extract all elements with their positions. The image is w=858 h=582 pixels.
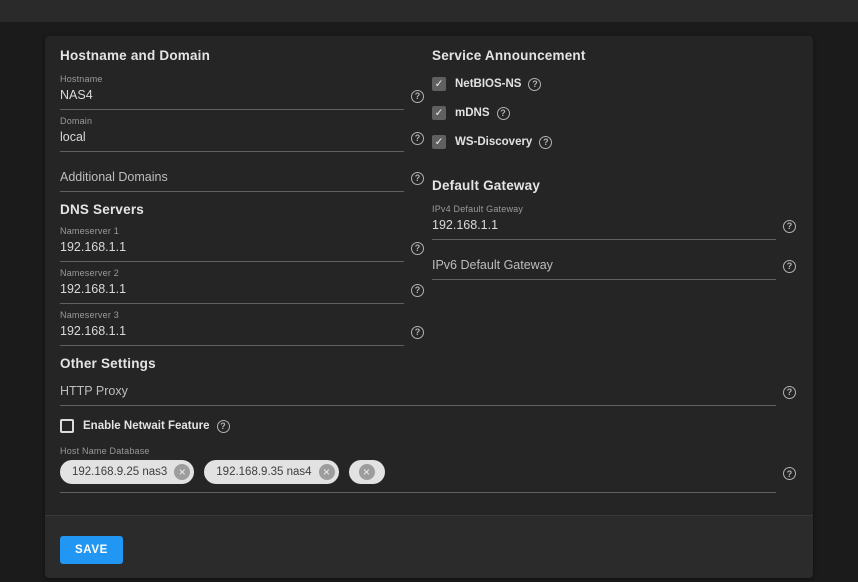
- close-icon[interactable]: ×: [174, 464, 190, 480]
- additional-domains-input[interactable]: [60, 168, 404, 192]
- netbios-ns-checkbox[interactable]: ✓: [432, 77, 446, 91]
- page-background: Hostname and Domain Hostname ? Domain ?: [0, 22, 858, 582]
- help-icon[interactable]: ?: [411, 132, 424, 145]
- help-icon[interactable]: ?: [411, 172, 424, 185]
- ipv4-gateway-input[interactable]: [432, 216, 776, 240]
- additional-domains-field: ?: [60, 168, 424, 192]
- nameserver3-label: Nameserver 3: [60, 310, 424, 320]
- hostname-input[interactable]: [60, 86, 404, 110]
- netwait-checkbox[interactable]: [60, 419, 74, 433]
- ipv4-gateway-field: IPv4 Default Gateway ?: [432, 204, 796, 240]
- nameserver2-label: Nameserver 2: [60, 268, 424, 278]
- domain-label: Domain: [60, 116, 424, 126]
- help-icon[interactable]: ?: [528, 78, 541, 91]
- check-icon: ✓: [435, 108, 444, 119]
- host-chip[interactable]: 192.168.9.35 nas4 ×: [204, 460, 338, 484]
- http-proxy-input[interactable]: [60, 382, 776, 406]
- help-icon[interactable]: ?: [217, 420, 230, 433]
- ipv4-gateway-label: IPv4 Default Gateway: [432, 204, 796, 214]
- top-bar: [0, 0, 858, 22]
- section-title-hostname-domain: Hostname and Domain: [60, 48, 424, 64]
- nameserver1-input[interactable]: [60, 238, 404, 262]
- help-icon[interactable]: ?: [539, 136, 552, 149]
- netbios-ns-row: ✓ NetBIOS-NS ?: [432, 76, 796, 92]
- card-footer: SAVE: [45, 515, 813, 578]
- nameserver3-field: Nameserver 3 ?: [60, 310, 424, 346]
- ipv6-gateway-input[interactable]: [432, 256, 776, 280]
- network-global-config-card: Hostname and Domain Hostname ? Domain ?: [45, 36, 813, 578]
- ws-discovery-row: ✓ WS-Discovery ?: [432, 134, 796, 150]
- domain-input[interactable]: [60, 128, 404, 152]
- check-icon: ✓: [435, 137, 444, 148]
- close-icon[interactable]: ×: [319, 464, 335, 480]
- nameserver1-label: Nameserver 1: [60, 226, 424, 236]
- nameserver2-input[interactable]: [60, 280, 404, 304]
- help-icon[interactable]: ?: [783, 220, 796, 233]
- chip-text: 192.168.9.25 nas3: [72, 466, 167, 478]
- section-title-service-announcement: Service Announcement: [432, 48, 796, 64]
- host-name-database-label: Host Name Database: [60, 446, 796, 456]
- help-icon[interactable]: ?: [411, 90, 424, 103]
- netbios-ns-label: NetBIOS-NS: [455, 78, 521, 90]
- nameserver3-input[interactable]: [60, 322, 404, 346]
- ws-discovery-label: WS-Discovery: [455, 136, 532, 148]
- host-chip[interactable]: 192.168.9.25 nas3 ×: [60, 460, 194, 484]
- card-content: Hostname and Domain Hostname ? Domain ?: [45, 36, 813, 515]
- help-icon[interactable]: ?: [411, 326, 424, 339]
- chip-text: 192.168.9.35 nas4: [216, 466, 311, 478]
- section-title-dns-servers: DNS Servers: [60, 202, 424, 218]
- help-icon[interactable]: ?: [783, 386, 796, 399]
- domain-field: Domain ?: [60, 116, 424, 152]
- check-icon: ✓: [435, 79, 444, 90]
- help-icon[interactable]: ?: [497, 107, 510, 120]
- host-chip-empty[interactable]: ×: [349, 460, 385, 484]
- nameserver2-field: Nameserver 2 ?: [60, 268, 424, 304]
- help-icon[interactable]: ?: [411, 284, 424, 297]
- ipv6-gateway-field: ?: [432, 256, 796, 280]
- nameserver1-field: Nameserver 1 ?: [60, 226, 424, 262]
- hostname-field: Hostname ?: [60, 74, 424, 110]
- hostname-label: Hostname: [60, 74, 424, 84]
- host-name-database-chips[interactable]: 192.168.9.25 nas3 × 192.168.9.35 nas4 × …: [60, 458, 776, 493]
- http-proxy-field: ?: [60, 382, 796, 406]
- section-title-other-settings: Other Settings: [60, 356, 796, 372]
- section-title-default-gateway: Default Gateway: [432, 178, 796, 194]
- ws-discovery-checkbox[interactable]: ✓: [432, 135, 446, 149]
- close-icon[interactable]: ×: [359, 464, 375, 480]
- help-icon[interactable]: ?: [783, 260, 796, 273]
- other-settings-section: Other Settings ? Enable Netwait Feature …: [60, 352, 796, 499]
- mdns-label: mDNS: [455, 107, 490, 119]
- save-button[interactable]: SAVE: [60, 536, 123, 564]
- netwait-label: Enable Netwait Feature: [83, 420, 210, 432]
- mdns-checkbox[interactable]: ✓: [432, 106, 446, 120]
- left-column: Hostname and Domain Hostname ? Domain ?: [60, 48, 424, 352]
- host-name-database-field: Host Name Database 192.168.9.25 nas3 × 1…: [60, 446, 796, 493]
- netwait-row: Enable Netwait Feature ?: [60, 418, 796, 434]
- help-icon[interactable]: ?: [411, 242, 424, 255]
- mdns-row: ✓ mDNS ?: [432, 105, 796, 121]
- help-icon[interactable]: ?: [783, 467, 796, 480]
- right-column: Service Announcement ✓ NetBIOS-NS ? ✓ mD…: [432, 48, 796, 352]
